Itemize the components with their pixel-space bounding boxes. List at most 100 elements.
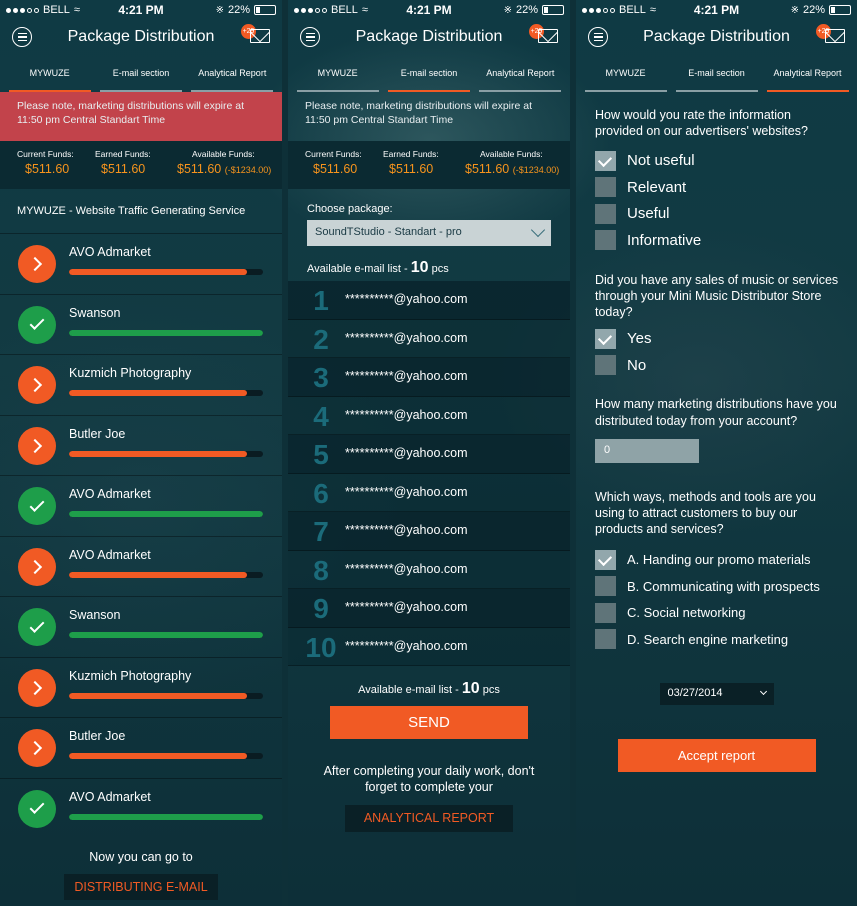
email-row: 5 **********@yahoo.com	[288, 435, 570, 474]
service-row[interactable]: Kuzmich Photography	[0, 656, 282, 718]
checkbox[interactable]	[595, 629, 616, 650]
chevron-right-icon[interactable]	[18, 668, 56, 707]
email-list: 1 **********@yahoo.com 2 **********@yahoo.c…	[288, 281, 570, 666]
battery-icon	[542, 5, 564, 15]
progress-bar	[69, 269, 263, 275]
checkbox[interactable]	[595, 355, 616, 375]
date-select[interactable]: 03/27/2014	[659, 682, 774, 705]
tab-mywuze[interactable]: MYWUZE	[8, 68, 91, 92]
tab-analytical-report[interactable]: Analytical Report	[766, 68, 849, 92]
question-sales: Did you have any sales of music or servi…	[595, 272, 839, 320]
funds-summary: Current Funds: $511.60 Earned Funds: $511.…	[0, 141, 282, 189]
distributing-email-button[interactable]: DISTRIBUTING E-MAIL	[64, 874, 218, 900]
chevron-right-icon[interactable]	[18, 547, 56, 586]
tab-email-section[interactable]: E-mail section	[675, 68, 758, 92]
distributions-count-input[interactable]: 0	[595, 438, 699, 463]
service-name: Swanson	[69, 608, 121, 622]
earned-funds: Earned Funds: $511.60	[95, 149, 151, 176]
service-row[interactable]: Butler Joe	[0, 414, 282, 476]
email-address: **********@yahoo.com	[345, 561, 468, 576]
email-address: **********@yahoo.com	[345, 523, 468, 537]
status-bar: BELL ≈ 4:21 PM ※ 22%	[0, 0, 282, 20]
checkbox[interactable]	[595, 328, 616, 349]
service-row[interactable]: Butler Joe	[0, 717, 282, 778]
accept-report-button[interactable]: Accept report	[617, 738, 816, 772]
chevron-right-icon[interactable]	[18, 245, 56, 283]
email-row: 7 **********@yahoo.com	[288, 512, 570, 551]
progress-bar	[69, 692, 263, 699]
chevron-right-icon[interactable]	[18, 426, 56, 465]
checkbox-option[interactable]: A. Handing our promo materials	[576, 547, 857, 574]
tab-analytical-report[interactable]: Analytical Report	[191, 68, 274, 92]
service-row[interactable]: Swanson	[0, 293, 282, 355]
tab-bar: MYWUZE E-mail section Analytical Report	[0, 56, 282, 92]
email-row: 2 **********@yahoo.com	[288, 319, 570, 358]
tab-email-section[interactable]: E-mail section	[387, 68, 470, 92]
service-row[interactable]: AVO Admarket	[0, 233, 282, 294]
checkbox-option[interactable]: B. Communicating with prospects	[576, 573, 857, 600]
date-value: 03/27/2014	[667, 686, 723, 699]
battery-percent: 22%	[515, 4, 538, 16]
checkbox-option[interactable]: Useful	[576, 201, 857, 228]
checkbox-option[interactable]: D. Search engine marketing	[576, 626, 857, 653]
chevron-right-icon[interactable]	[18, 729, 56, 767]
page-title: Package Distribution	[67, 28, 215, 45]
service-row[interactable]: AVO Admarket	[0, 777, 282, 839]
service-title: MYWUZE - Website Traffic Generating Serv…	[17, 205, 246, 217]
checkbox-option[interactable]: Not useful	[576, 148, 857, 175]
checkbox[interactable]	[595, 576, 616, 597]
progress-fill	[69, 753, 248, 759]
checkbox-label: Not useful	[627, 152, 695, 170]
email-row: 4 **********@yahoo.com	[288, 396, 570, 435]
tab-mywuze[interactable]: MYWUZE	[296, 68, 379, 92]
checkbox[interactable]	[595, 203, 616, 224]
bluetooth-icon: ※	[503, 4, 512, 16]
current-funds: Current Funds: $511.60	[17, 149, 74, 176]
tab-email-section[interactable]: E-mail section	[99, 68, 182, 92]
battery-icon	[829, 5, 851, 15]
checkbox-label: B. Communicating with prospects	[627, 578, 820, 594]
mail-icon[interactable]	[538, 29, 558, 43]
chevron-right-icon[interactable]	[18, 366, 56, 404]
checkbox-option[interactable]: Yes	[576, 325, 857, 352]
checkbox[interactable]	[595, 150, 616, 171]
checkmark-icon	[18, 487, 56, 525]
analytical-report-button[interactable]: ANALYTICAL REPORT	[345, 804, 513, 832]
service-row[interactable]: Kuzmich Photography	[0, 354, 282, 415]
checkbox[interactable]	[595, 230, 616, 251]
send-button[interactable]: SEND	[330, 706, 528, 739]
service-name: AVO Admarket	[69, 487, 151, 501]
service-row[interactable]: AVO Admarket	[0, 535, 282, 597]
checkbox[interactable]	[595, 177, 616, 198]
checkbox-option[interactable]: Relevant	[576, 174, 857, 201]
tab-mywuze[interactable]: MYWUZE	[584, 68, 667, 92]
battery-percent: 22%	[802, 4, 825, 16]
status-bar: BELL ≈ 4:21 PM ※ 22%	[576, 0, 857, 20]
checkbox-option[interactable]: No	[576, 352, 857, 379]
checkbox[interactable]	[595, 602, 616, 623]
checkbox-label: Useful	[627, 205, 670, 223]
page-title: Package Distribution	[643, 28, 790, 45]
service-row[interactable]: Swanson	[0, 596, 282, 657]
service-name: Butler Joe	[69, 426, 126, 441]
mail-icon[interactable]	[250, 29, 270, 43]
service-name: AVO Admarket	[69, 245, 151, 259]
tab-analytical-report[interactable]: Analytical Report	[479, 68, 562, 92]
email-address: **********@yahoo.com	[345, 446, 468, 460]
progress-bar	[69, 450, 263, 457]
email-row: 10 **********@yahoo.com	[288, 627, 570, 666]
mail-icon[interactable]	[825, 29, 845, 43]
screen-analytical-report: BELL ≈ 4:21 PM ※ 22% Package Distribution …	[576, 0, 857, 906]
status-bar: BELL ≈ 4:21 PM ※ 22%	[288, 0, 570, 20]
page-title: Package Distribution	[355, 28, 503, 45]
email-row: 1 **********@yahoo.com	[288, 281, 570, 320]
service-row[interactable]: AVO Admarket	[0, 475, 282, 536]
checkbox-label: Yes	[627, 330, 652, 347]
app-header: Package Distribution +29	[0, 20, 282, 56]
checkbox-option[interactable]: C. Social networking	[576, 600, 857, 627]
checkbox-option[interactable]: Informative	[576, 227, 857, 254]
checkbox[interactable]	[595, 549, 616, 570]
progress-fill	[69, 390, 248, 396]
package-select[interactable]: SoundTStudio - Standart - pro	[307, 220, 551, 246]
service-name: Kuzmich Photography	[69, 366, 192, 380]
